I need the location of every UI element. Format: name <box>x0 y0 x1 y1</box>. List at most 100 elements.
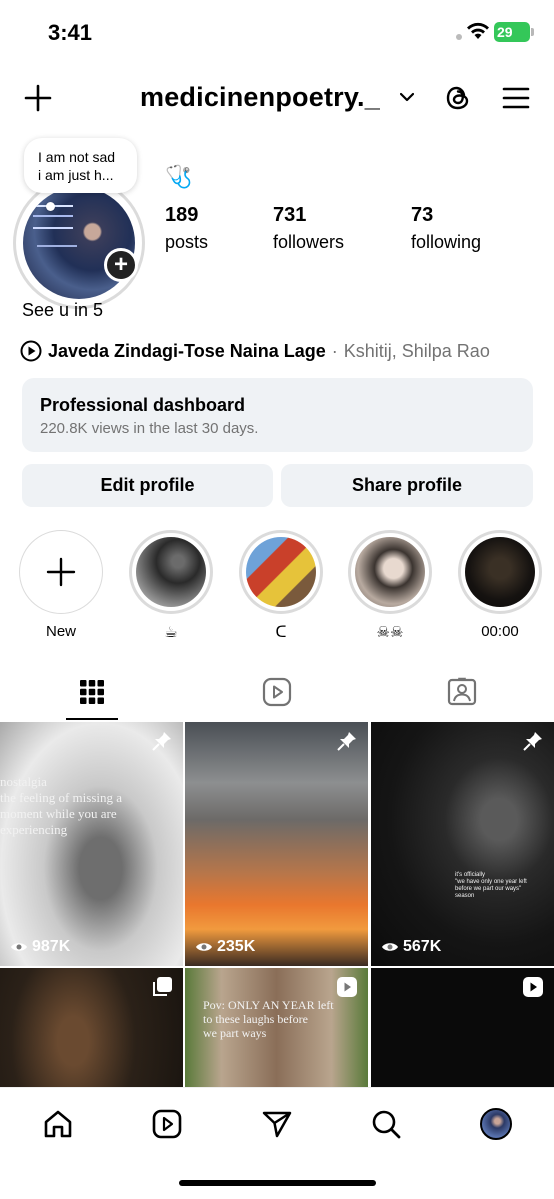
threads-icon <box>446 86 469 110</box>
highlight-label: New <box>45 623 76 640</box>
share-profile-button[interactable]: Share profile <box>281 464 533 507</box>
nav-messages[interactable] <box>257 1104 297 1144</box>
post-views: 567K <box>381 938 441 956</box>
highlight-label: ᑕ <box>275 624 287 641</box>
note-tail <box>46 202 55 211</box>
chevron-down-icon <box>400 92 414 102</box>
reels-nav-icon <box>152 1109 182 1139</box>
post-views: 235K <box>195 938 255 956</box>
highlight-item[interactable]: ᑕ <box>236 530 326 641</box>
eye-icon <box>382 943 398 951</box>
post-views-count: 567K <box>403 938 442 955</box>
highlight-label: 00:00 <box>481 623 519 640</box>
pin-icon <box>337 732 356 751</box>
profile-avatar-ring[interactable] <box>13 177 145 309</box>
dashboard-title: Professional dashboard <box>40 395 246 415</box>
menu-icon <box>502 87 530 109</box>
highlight-cover <box>246 537 316 607</box>
profile-header: medicinenpoetry._ <box>0 74 554 122</box>
grid-post[interactable]: nostalgia the feeling of missing a momen… <box>0 722 183 966</box>
highlight-new-ring <box>19 530 103 614</box>
plus-icon <box>24 84 52 112</box>
highlight-item[interactable]: ☕ <box>126 530 216 641</box>
following-label: following <box>411 232 482 252</box>
pin-icon <box>152 732 171 751</box>
tagged-icon <box>447 677 477 706</box>
threads-button[interactable] <box>440 80 476 116</box>
tab-posts[interactable] <box>0 664 184 720</box>
reels-icon <box>262 677 292 707</box>
highlight-ring <box>348 530 432 614</box>
note-bubble[interactable]: I am not sad i am just h... <box>24 138 137 193</box>
eye-icon <box>196 943 212 951</box>
status-dot <box>456 34 462 40</box>
plus-icon <box>46 557 76 587</box>
create-button[interactable] <box>20 80 56 116</box>
posts-stat[interactable]: 189 posts <box>165 204 208 253</box>
posts-count: 189 <box>165 204 199 226</box>
username[interactable]: medicinenpoetry._ <box>140 82 380 113</box>
posts-label: posts <box>165 232 209 252</box>
grid-post[interactable] <box>371 968 554 1087</box>
story-highlights: New ☕ ᑕ ☠☠ 00:00 <box>0 530 554 645</box>
nav-profile[interactable] <box>476 1104 516 1144</box>
tab-reels[interactable] <box>185 664 369 720</box>
post-caption-overlay: Pov: ONLY AN YEAR left to these laughs b… <box>203 998 334 1040</box>
grid-post[interactable]: 235K <box>185 722 368 966</box>
post-views: 987K <box>10 938 70 956</box>
carousel-icon <box>153 977 172 996</box>
home-icon <box>44 1110 72 1138</box>
status-bar: 3:41 29 <box>0 0 554 66</box>
menu-button[interactable] <box>498 80 534 116</box>
post-caption-overlay: it's officially "we have only one year l… <box>455 872 527 899</box>
post-views-count: 235K <box>217 938 256 955</box>
highlight-ring <box>458 530 542 614</box>
edit-profile-button[interactable]: Edit profile <box>22 464 273 507</box>
professional-dashboard[interactable]: Professional dashboard 220.8K views in t… <box>22 378 533 452</box>
search-icon <box>372 1110 401 1139</box>
followers-label: followers <box>273 232 345 252</box>
tab-tagged[interactable] <box>370 664 554 720</box>
highlight-ring <box>239 530 323 614</box>
nav-search[interactable] <box>366 1104 406 1144</box>
profile-avatar <box>23 187 135 299</box>
reel-icon <box>523 977 543 997</box>
eye-icon <box>11 943 27 951</box>
add-story-button[interactable]: + <box>104 248 138 282</box>
stethoscope-icon: 🩺 <box>165 164 193 189</box>
highlight-label: ☕ <box>164 624 178 641</box>
account-switcher[interactable] <box>396 86 418 108</box>
music-separator: · <box>331 340 338 361</box>
status-time: 3:41 <box>48 20 93 45</box>
pin-icon <box>523 732 542 751</box>
nav-home[interactable] <box>38 1104 78 1144</box>
profile-avatar <box>480 1108 512 1140</box>
send-icon <box>262 1111 292 1138</box>
play-circle-icon <box>20 340 42 362</box>
following-count: 73 <box>411 204 434 226</box>
highlight-ring <box>129 530 213 614</box>
followers-stat[interactable]: 731 followers <box>273 204 344 253</box>
wifi-icon <box>467 22 489 39</box>
highlight-label: ☠☠ <box>376 624 404 641</box>
highlight-item[interactable]: 00:00 <box>455 530 545 640</box>
battery-tip <box>531 28 534 36</box>
music-title: Javeda Zindagi-Tose Naina Lage <box>48 340 326 361</box>
posts-grid: nostalgia the feeling of missing a momen… <box>0 722 554 1087</box>
highlight-new[interactable]: New <box>16 530 106 640</box>
post-caption-overlay: nostalgia the feeling of missing a momen… <box>0 774 123 837</box>
grid-post[interactable]: Pov: ONLY AN YEAR left to these laughs b… <box>185 968 368 1087</box>
bio: See u in 5 <box>22 300 104 320</box>
grid-post[interactable]: it's officially "we have only one year l… <box>371 722 554 966</box>
highlight-item[interactable]: ☠☠ <box>345 530 435 641</box>
grid-icon <box>80 680 104 704</box>
grid-post[interactable] <box>0 968 183 1087</box>
highlight-cover <box>136 537 206 607</box>
followers-count: 731 <box>273 204 307 226</box>
following-stat[interactable]: 73 following <box>411 204 481 253</box>
highlight-cover <box>465 537 535 607</box>
nav-reels[interactable] <box>147 1104 187 1144</box>
music-artist: Kshitij, Shilpa Rao <box>343 340 490 361</box>
battery-indicator: 29 <box>494 22 530 42</box>
profile-music[interactable]: Javeda Zindagi-Tose Naina Lage · Kshitij… <box>20 340 490 362</box>
